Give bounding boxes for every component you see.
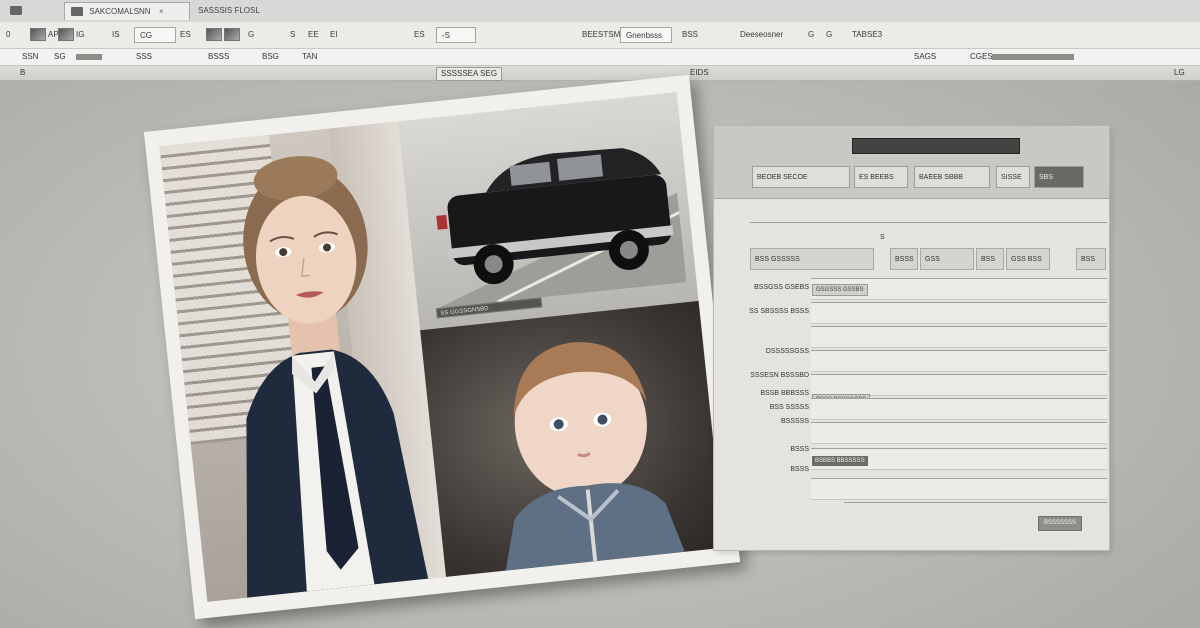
form-panel: BEOEB SECOE ES BEEBS BAEEB SBBB SISSE SB… bbox=[714, 126, 1109, 550]
thumbnail-icon bbox=[224, 28, 240, 42]
toolbar-item-4[interactable]: IS bbox=[112, 27, 120, 43]
form-title-bar bbox=[852, 138, 1020, 154]
field-value-8: BSBBS BBSSSSS bbox=[812, 456, 868, 466]
row-label: S bbox=[880, 234, 885, 241]
toolbar-item-3[interactable]: IG bbox=[58, 27, 84, 43]
thumbnail-icon bbox=[58, 28, 74, 42]
portrait-woman-illustration bbox=[243, 156, 429, 598]
field-label-7: BSSSSS bbox=[780, 418, 809, 425]
tab-1[interactable] bbox=[4, 2, 64, 20]
field-label-5: BSSB BBBSSS bbox=[760, 390, 809, 397]
field-label-9: BSSS bbox=[790, 466, 809, 473]
image-icon bbox=[71, 7, 83, 17]
tab-3[interactable]: SASSSIS FLOSL DATSSDN bbox=[192, 2, 302, 33]
photo-baby-portrait bbox=[420, 300, 725, 577]
form-field-5[interactable] bbox=[811, 374, 1107, 396]
ruler-label-4: BSSS bbox=[208, 52, 230, 61]
ruler-label-1: SSN bbox=[22, 52, 39, 61]
form-field-2[interactable] bbox=[811, 302, 1107, 324]
ruler-label-2: SG bbox=[54, 52, 66, 61]
panel-tool-2[interactable]: ES BEEBS bbox=[854, 166, 908, 188]
field-label-1: BSSGSS GSEBS bbox=[754, 284, 809, 291]
ruler-marker[interactable] bbox=[76, 54, 102, 60]
field-label-4: SSSESN BSSSBD bbox=[750, 372, 809, 379]
field-label-2: SS SBSSSS BSSS bbox=[749, 308, 809, 315]
tab-2-label: SAKCOMALSNN bbox=[89, 7, 151, 16]
toolbar-item-9[interactable]: S bbox=[290, 27, 295, 43]
main-toolbar: 0 AP IG IS CG ES G S EE EI ES -S BEESTSM… bbox=[0, 22, 1200, 49]
toolbar-item-10[interactable]: EE bbox=[308, 27, 319, 43]
tab-2[interactable]: SAKCOMALSNN × bbox=[64, 2, 190, 20]
photo-vintage-car: SS GGSSGNSBD bbox=[398, 92, 699, 331]
toolbar-item-6[interactable]: ES bbox=[180, 27, 191, 43]
toolbar-item-15[interactable]: Gnenbsss bbox=[620, 27, 672, 43]
toolbar-item-13[interactable]: -S bbox=[436, 27, 476, 43]
ruler-label-3: SSS bbox=[136, 52, 153, 61]
form-field-6[interactable] bbox=[811, 398, 1107, 420]
panel-tool-5[interactable]: SBS bbox=[1034, 166, 1084, 188]
toolbar-item-2[interactable]: AP bbox=[30, 27, 59, 43]
toolbar-item-1[interactable]: 0 bbox=[6, 27, 10, 43]
sub-toolbar: B SSSSSEA SEG EIDS LG bbox=[0, 66, 1200, 81]
subbar-mid-label: EIDS bbox=[690, 68, 709, 77]
thumbnail-icon bbox=[30, 28, 46, 42]
ruler-scroll-track[interactable] bbox=[992, 54, 1074, 60]
toolbar-item-5[interactable]: CG bbox=[134, 27, 176, 43]
submit-button[interactable]: BSSSSSSS bbox=[1038, 516, 1082, 531]
field-label-3: DSSSSSGSS bbox=[765, 348, 809, 355]
toolbar-item-18[interactable]: G bbox=[808, 27, 814, 43]
ruler-label-5: BSG bbox=[262, 52, 279, 61]
subbar-field[interactable]: SSSSSEA SEG bbox=[436, 67, 503, 81]
vintage-car-illustration bbox=[436, 148, 687, 309]
close-tab-icon[interactable]: × bbox=[159, 7, 164, 16]
ruler-label-7: SAGS bbox=[914, 52, 937, 61]
photo-young-woman bbox=[159, 121, 447, 602]
row-tool-4[interactable]: BSS bbox=[976, 248, 1004, 270]
panel-tool-4[interactable]: SISSE bbox=[996, 166, 1030, 188]
toolbar-item-11[interactable]: EI bbox=[330, 27, 338, 43]
ruler-label-6: TAN bbox=[302, 52, 318, 61]
field-label-6: BSS SSSSS bbox=[769, 404, 809, 411]
panel-tool-1[interactable]: BEOEB SECOE bbox=[752, 166, 850, 188]
panel-divider-bottom bbox=[844, 502, 1107, 503]
toolbar-item-17[interactable]: Deeseosner bbox=[740, 27, 783, 43]
toolbar-item-16[interactable]: BSS bbox=[682, 27, 698, 43]
field-value-1: GSGSSS GSSBS bbox=[812, 284, 868, 296]
thumbnail-icon bbox=[206, 28, 222, 42]
row-tool-1[interactable]: BSS GSSSSS bbox=[750, 248, 874, 270]
row-tool-5[interactable]: GSS BSS bbox=[1006, 248, 1050, 270]
ruler-bar: SSN SG SSS BSSS BSG TAN SAGS CGES bbox=[0, 49, 1200, 66]
toolbar-item-7[interactable] bbox=[206, 27, 242, 43]
form-field-7[interactable] bbox=[811, 422, 1107, 444]
portrait-baby-illustration bbox=[505, 342, 685, 571]
subbar-right-label: LG bbox=[1174, 68, 1185, 77]
form-field-3[interactable] bbox=[811, 326, 1107, 348]
panel-divider bbox=[750, 222, 1107, 223]
row-tool-2[interactable]: BSSS bbox=[890, 248, 918, 270]
subbar-left-label: B bbox=[20, 68, 26, 77]
window-tab-bar: SAKCOMALSNN × SASSSIS FLOSL DATSSDN bbox=[0, 0, 1200, 33]
form-panel-header: BEOEB SECOE ES BEEBS BAEEB SBBB SISSE SB… bbox=[714, 126, 1109, 199]
photo-collage-print[interactable]: SS GGSSGNSBD bbox=[143, 74, 741, 620]
form-field-9[interactable] bbox=[811, 478, 1107, 500]
toolbar-item-20[interactable]: TABSE3 bbox=[852, 27, 882, 43]
form-field-4[interactable] bbox=[811, 350, 1107, 372]
toolbar-item-8[interactable]: G bbox=[248, 27, 254, 43]
toolbar-item-19[interactable]: G bbox=[826, 27, 832, 43]
row-tool-3[interactable]: GSS bbox=[920, 248, 974, 270]
document-icon bbox=[10, 6, 22, 16]
row-tool-6[interactable]: BSS bbox=[1076, 248, 1106, 270]
toolbar-item-12[interactable]: ES bbox=[414, 27, 425, 43]
field-label-8: BSSS bbox=[790, 446, 809, 453]
ruler-label-8: CGES bbox=[970, 52, 993, 61]
panel-tool-3[interactable]: BAEEB SBBB bbox=[914, 166, 990, 188]
